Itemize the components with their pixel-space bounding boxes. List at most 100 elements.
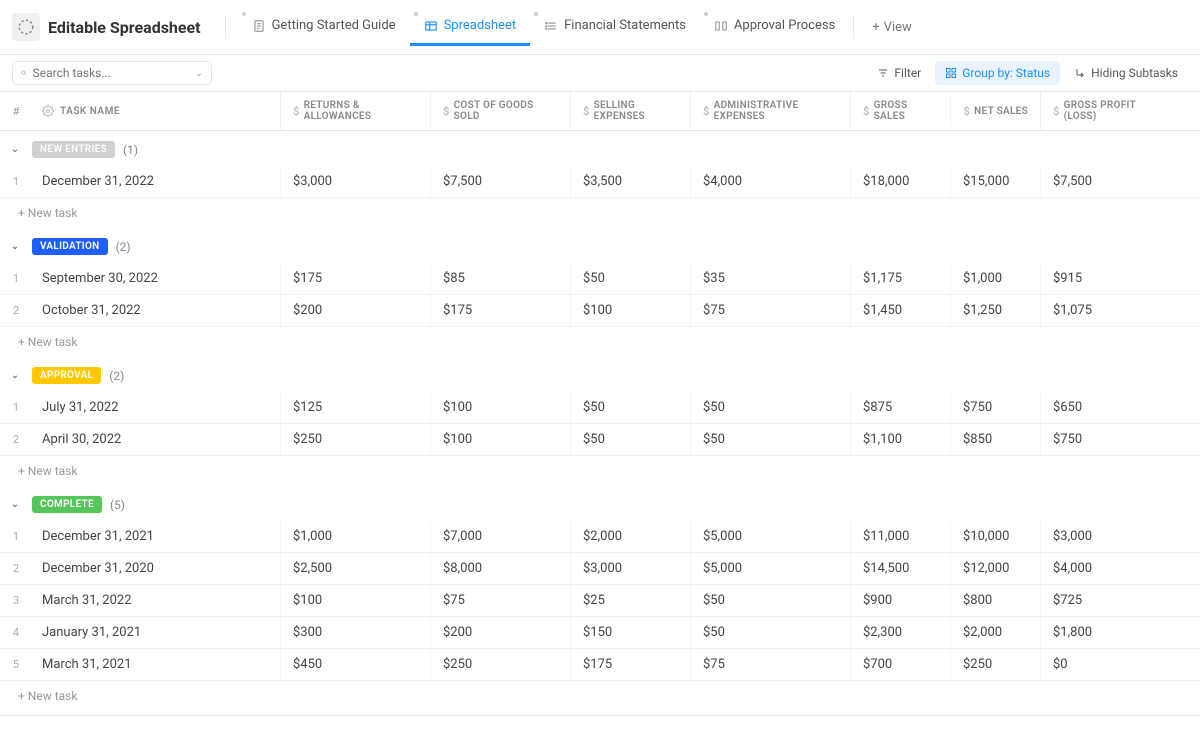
- net-sales-cell[interactable]: $1,250: [950, 295, 1040, 326]
- selling-cell[interactable]: $50: [570, 392, 690, 423]
- returns-cell[interactable]: $100: [280, 585, 430, 616]
- gross-profit-cell[interactable]: $915: [1040, 263, 1170, 294]
- selling-cell[interactable]: $50: [570, 263, 690, 294]
- selling-cell[interactable]: $50: [570, 424, 690, 455]
- chevron-down-icon[interactable]: ⌄: [6, 144, 24, 155]
- status-pill[interactable]: APPROVAL: [32, 367, 101, 384]
- cogs-cell[interactable]: $7,500: [430, 166, 570, 197]
- table-row[interactable]: 2 April 30, 2022 $250 $100 $50 $50 $1,10…: [0, 424, 1200, 456]
- table-row[interactable]: 1 July 31, 2022 $125 $100 $50 $50 $875 $…: [0, 392, 1200, 424]
- gross-sales-cell[interactable]: $1,100: [850, 424, 950, 455]
- gross-sales-cell[interactable]: $14,500: [850, 553, 950, 584]
- table-row[interactable]: 5 March 31, 2021 $450 $250 $175 $75 $700…: [0, 649, 1200, 681]
- table-row[interactable]: 1 September 30, 2022 $175 $85 $50 $35 $1…: [0, 263, 1200, 295]
- cogs-cell[interactable]: $8,000: [430, 553, 570, 584]
- cogs-cell[interactable]: $100: [430, 424, 570, 455]
- search-input-wrap[interactable]: ⌄: [12, 61, 212, 85]
- selling-cell[interactable]: $175: [570, 649, 690, 680]
- task-name-cell[interactable]: December 31, 2022: [32, 166, 280, 197]
- new-task-button[interactable]: + New task: [0, 198, 1200, 228]
- col-gross-sales[interactable]: $GROSS SALES: [850, 92, 950, 130]
- net-sales-cell[interactable]: $850: [950, 424, 1040, 455]
- task-name-cell[interactable]: December 31, 2021: [32, 521, 280, 552]
- returns-cell[interactable]: $175: [280, 263, 430, 294]
- cogs-cell[interactable]: $85: [430, 263, 570, 294]
- selling-cell[interactable]: $2,000: [570, 521, 690, 552]
- gross-profit-cell[interactable]: $3,000: [1040, 521, 1170, 552]
- gross-sales-cell[interactable]: $1,175: [850, 263, 950, 294]
- admin-cell[interactable]: $35: [690, 263, 850, 294]
- selling-cell[interactable]: $100: [570, 295, 690, 326]
- gross-profit-cell[interactable]: $0: [1040, 649, 1170, 680]
- admin-cell[interactable]: $5,000: [690, 553, 850, 584]
- admin-cell[interactable]: $5,000: [690, 521, 850, 552]
- cogs-cell[interactable]: $75: [430, 585, 570, 616]
- chevron-down-icon[interactable]: ⌄: [6, 241, 24, 252]
- col-returns[interactable]: $RETURNS & ALLOWANCES: [280, 92, 430, 130]
- status-pill[interactable]: COMPLETE: [32, 496, 102, 513]
- cogs-cell[interactable]: $250: [430, 649, 570, 680]
- gross-profit-cell[interactable]: $7,500: [1040, 166, 1170, 197]
- net-sales-cell[interactable]: $12,000: [950, 553, 1040, 584]
- task-name-cell[interactable]: December 31, 2020: [32, 553, 280, 584]
- tab-spreadsheet[interactable]: Spreadsheet: [410, 8, 531, 46]
- gross-profit-cell[interactable]: $750: [1040, 424, 1170, 455]
- task-name-cell[interactable]: October 31, 2022: [32, 295, 280, 326]
- filter-button[interactable]: Filter: [867, 61, 931, 85]
- task-name-cell[interactable]: March 31, 2022: [32, 585, 280, 616]
- task-name-cell[interactable]: March 31, 2021: [32, 649, 280, 680]
- gross-sales-cell[interactable]: $900: [850, 585, 950, 616]
- returns-cell[interactable]: $3,000: [280, 166, 430, 197]
- admin-cell[interactable]: $50: [690, 424, 850, 455]
- chevron-down-icon[interactable]: ⌄: [6, 499, 24, 510]
- new-task-button[interactable]: + New task: [0, 681, 1200, 711]
- cogs-cell[interactable]: $100: [430, 392, 570, 423]
- table-row[interactable]: 1 December 31, 2021 $1,000 $7,000 $2,000…: [0, 521, 1200, 553]
- task-name-cell[interactable]: September 30, 2022: [32, 263, 280, 294]
- col-net-sales[interactable]: $NET SALES: [950, 97, 1040, 126]
- group-by-button[interactable]: Group by: Status: [935, 61, 1060, 85]
- tab-financial-statements[interactable]: Financial Statements: [530, 8, 700, 46]
- table-row[interactable]: 2 October 31, 2022 $200 $175 $100 $75 $1…: [0, 295, 1200, 327]
- table-row[interactable]: 2 December 31, 2020 $2,500 $8,000 $3,000…: [0, 553, 1200, 585]
- col-cogs[interactable]: $COST OF GOODS SOLD: [430, 92, 570, 130]
- admin-cell[interactable]: $50: [690, 585, 850, 616]
- returns-cell[interactable]: $450: [280, 649, 430, 680]
- gross-sales-cell[interactable]: $700: [850, 649, 950, 680]
- selling-cell[interactable]: $25: [570, 585, 690, 616]
- col-admin[interactable]: $ADMINISTRATIVE EXPENSES: [690, 92, 850, 130]
- new-task-button[interactable]: + New task: [0, 456, 1200, 486]
- returns-cell[interactable]: $200: [280, 295, 430, 326]
- admin-cell[interactable]: $4,000: [690, 166, 850, 197]
- returns-cell[interactable]: $125: [280, 392, 430, 423]
- hiding-subtasks-button[interactable]: Hiding Subtasks: [1064, 61, 1188, 85]
- gross-profit-cell[interactable]: $650: [1040, 392, 1170, 423]
- add-view-button[interactable]: + View: [858, 10, 926, 45]
- gross-profit-cell[interactable]: $4,000: [1040, 553, 1170, 584]
- col-gross-profit[interactable]: $GROSS PROFIT (LOSS): [1040, 92, 1170, 130]
- admin-cell[interactable]: $75: [690, 295, 850, 326]
- admin-cell[interactable]: $50: [690, 392, 850, 423]
- chevron-down-icon[interactable]: ⌄: [195, 68, 203, 79]
- status-pill[interactable]: VALIDATION: [32, 238, 108, 255]
- selling-cell[interactable]: $3,000: [570, 553, 690, 584]
- net-sales-cell[interactable]: $250: [950, 649, 1040, 680]
- table-row[interactable]: 3 March 31, 2022 $100 $75 $25 $50 $900 $…: [0, 585, 1200, 617]
- gross-profit-cell[interactable]: $725: [1040, 585, 1170, 616]
- net-sales-cell[interactable]: $750: [950, 392, 1040, 423]
- gross-profit-cell[interactable]: $1,075: [1040, 295, 1170, 326]
- gross-sales-cell[interactable]: $11,000: [850, 521, 950, 552]
- cogs-cell[interactable]: $7,000: [430, 521, 570, 552]
- task-name-cell[interactable]: July 31, 2022: [32, 392, 280, 423]
- status-pill[interactable]: NEW ENTRIES: [32, 141, 115, 158]
- gross-sales-cell[interactable]: $18,000: [850, 166, 950, 197]
- chevron-down-icon[interactable]: ⌄: [6, 370, 24, 381]
- gross-sales-cell[interactable]: $875: [850, 392, 950, 423]
- new-task-button[interactable]: + New task: [0, 327, 1200, 357]
- table-row[interactable]: 1 December 31, 2022 $3,000 $7,500 $3,500…: [0, 166, 1200, 198]
- net-sales-cell[interactable]: $15,000: [950, 166, 1040, 197]
- tab-approval-process[interactable]: Approval Process: [700, 8, 849, 46]
- returns-cell[interactable]: $1,000: [280, 521, 430, 552]
- net-sales-cell[interactable]: $1,000: [950, 263, 1040, 294]
- col-task-name[interactable]: TASK NAME: [32, 97, 280, 125]
